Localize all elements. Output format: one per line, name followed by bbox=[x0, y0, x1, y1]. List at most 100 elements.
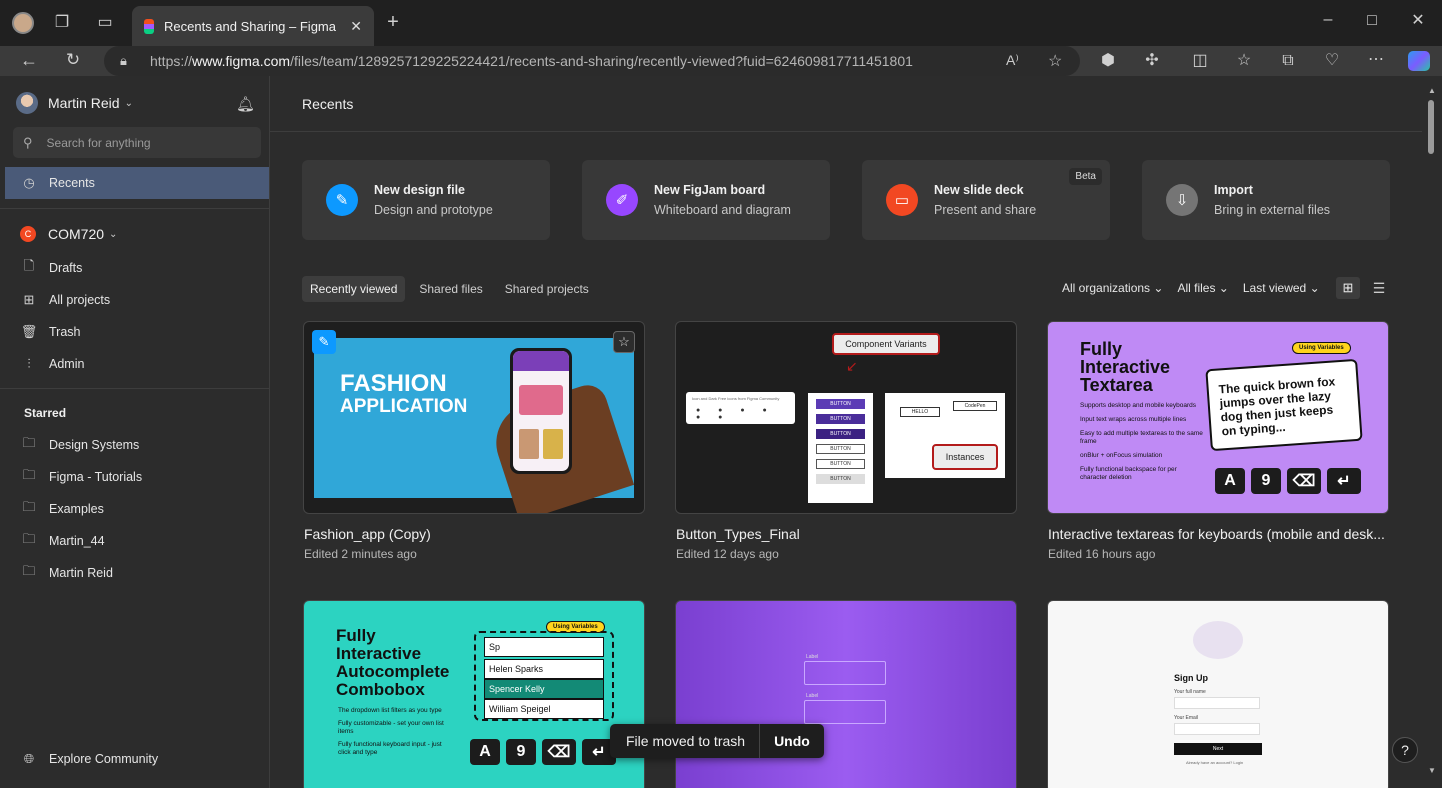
workspaces-icon[interactable]: ❐ bbox=[52, 15, 72, 31]
new-tab-icon[interactable]: + bbox=[383, 12, 403, 32]
star-icon[interactable]: ☆ bbox=[613, 331, 635, 353]
tab-recently-viewed[interactable]: Recently viewed bbox=[302, 276, 406, 302]
card-subtitle: Design and prototype bbox=[374, 203, 493, 217]
grid-view-icon[interactable]: ⊞ bbox=[1336, 277, 1360, 299]
feature-item: The dropdown list filters as you type bbox=[338, 707, 442, 714]
minimize-icon[interactable]: – bbox=[1318, 12, 1338, 28]
sidebar-item-admin[interactable]: ⫶ Admin bbox=[0, 348, 269, 380]
feature-item: Supports desktop and mobile keyboards bbox=[1080, 402, 1196, 409]
sidebar-item-recents[interactable]: ◷ Recents bbox=[5, 167, 269, 199]
file-name[interactable]: Button_Types_Final bbox=[676, 526, 800, 542]
pen-icon: ✎ bbox=[326, 184, 358, 216]
key-a: A bbox=[470, 739, 500, 765]
callout-instances: Instances bbox=[932, 444, 998, 470]
combobox-sample: Sp Helen Sparks Spencer Kelly William Sp… bbox=[474, 631, 614, 721]
profile-avatar[interactable] bbox=[12, 12, 34, 34]
file-thumbnail[interactable]: FASHION APPLICATION ✎ ☆ bbox=[303, 321, 645, 514]
card-title: New FigJam board bbox=[654, 183, 766, 197]
file-thumbnail[interactable]: Fully Interactive Textarea Supports desk… bbox=[1047, 321, 1389, 514]
browser-tab-active[interactable]: Recents and Sharing – Figma ✕ bbox=[132, 6, 374, 46]
thumbnail-line: Interactive bbox=[1080, 357, 1171, 377]
card-subtitle: Bring in external files bbox=[1214, 203, 1331, 217]
sidebar-item-label: Examples bbox=[49, 502, 104, 516]
tab-actions-icon[interactable]: ▭ bbox=[95, 15, 115, 31]
phone-image bbox=[510, 348, 572, 474]
key-row: A 9 ⌫ ↵ bbox=[1215, 468, 1367, 494]
split-screen-icon[interactable]: ◫ bbox=[1190, 53, 1210, 69]
sidebar-item-trash[interactable]: 🗑︎ Trash bbox=[0, 316, 269, 348]
figma-app: Martin Reid ⌄ 🔔︎ ⚲ Search for anything ◷… bbox=[0, 76, 1442, 788]
feature-item: Input text wraps across multiple lines bbox=[1080, 416, 1187, 423]
new-figjam-board-card[interactable]: ✐ New FigJam board Whiteboard and diagram bbox=[582, 160, 830, 240]
favorites-icon[interactable]: ☆ bbox=[1234, 53, 1254, 69]
shield-extension-icon[interactable]: ⬢ bbox=[1098, 53, 1118, 69]
scroll-down-icon[interactable]: ▼ bbox=[1428, 766, 1436, 775]
url-field[interactable]: 🔒︎ https://www.figma.com/files/team/1289… bbox=[104, 46, 1080, 76]
icon-row-panel: Icon and Dark Free icons from Figma Comm… bbox=[686, 392, 795, 424]
team-switcher[interactable]: C COM720 ⌄ bbox=[0, 218, 269, 250]
backspace-key-icon: ⌫ bbox=[1287, 468, 1321, 494]
file-name[interactable]: Fashion_app (Copy) bbox=[304, 526, 431, 542]
starred-item[interactable]: 🗀︎ Design Systems bbox=[0, 429, 269, 461]
back-icon[interactable]: ← bbox=[19, 51, 39, 69]
thumbnail-line: Textarea bbox=[1080, 375, 1153, 395]
favorite-star-icon[interactable]: ☆ bbox=[1048, 51, 1062, 71]
button-sample: BUTTON bbox=[816, 429, 865, 439]
starred-item[interactable]: 🗀︎ Martin_44 bbox=[0, 525, 269, 557]
button-sample: BUTTON bbox=[816, 474, 865, 484]
list-view-icon[interactable]: ☰ bbox=[1367, 277, 1391, 299]
starred-item[interactable]: 🗀︎ Figma - Tutorials bbox=[0, 461, 269, 493]
scrollbar-thumb[interactable] bbox=[1428, 100, 1434, 154]
import-card[interactable]: ⇩ Import Bring in external files bbox=[1142, 160, 1390, 240]
thumbnail-line: Autocomplete bbox=[336, 662, 450, 681]
bell-icon[interactable]: 🔔︎ bbox=[236, 95, 255, 113]
file-name[interactable]: Interactive textareas for keyboards (mob… bbox=[1048, 526, 1385, 542]
help-button[interactable]: ? bbox=[1392, 737, 1418, 763]
sidebar-item-label: All projects bbox=[49, 293, 111, 307]
extensions-icon[interactable]: ✣ bbox=[1142, 53, 1162, 69]
copilot-icon[interactable] bbox=[1408, 51, 1430, 71]
browser-address-bar: ← ↻ 🔒︎ https://www.figma.com/files/team/… bbox=[0, 46, 1442, 76]
screen-header bbox=[513, 351, 569, 371]
search-input[interactable]: ⚲ Search for anything bbox=[13, 127, 261, 158]
maximize-icon[interactable]: □ bbox=[1362, 13, 1382, 29]
new-slide-deck-card[interactable]: ▭ New slide deck Present and share Beta bbox=[862, 160, 1110, 240]
sidebar-item-drafts[interactable]: 🗋︎ Drafts bbox=[0, 252, 269, 284]
organization-filter[interactable]: All organizations ⌄ bbox=[1062, 281, 1163, 295]
refresh-icon[interactable]: ↻ bbox=[63, 51, 83, 68]
panel-icons: ● ● ● ● ● ● bbox=[696, 407, 775, 421]
user-menu[interactable]: Martin Reid ⌄ bbox=[16, 92, 133, 114]
button-sample: BUTTON bbox=[816, 414, 865, 424]
browser-essentials-icon[interactable]: ♡ bbox=[1322, 53, 1342, 69]
starred-item[interactable]: 🗀︎ Examples bbox=[0, 493, 269, 525]
folder-icon: 🗀︎ bbox=[22, 499, 36, 514]
main-content: Recents ✎ New design file Design and prot… bbox=[270, 76, 1422, 788]
more-menu-icon[interactable]: ⋯ bbox=[1366, 52, 1386, 68]
undo-button[interactable]: Undo bbox=[760, 733, 824, 749]
file-type-filter[interactable]: All files ⌄ bbox=[1177, 281, 1228, 295]
starred-item[interactable]: 🗀︎ Martin Reid bbox=[0, 557, 269, 589]
arrow-icon: ↙ bbox=[846, 358, 858, 374]
scroll-up-icon[interactable]: ▲ bbox=[1428, 86, 1436, 95]
tab-shared-projects[interactable]: Shared projects bbox=[497, 276, 597, 302]
file-thumbnail[interactable]: Component Variants ↙ Icon and Dark Free … bbox=[675, 321, 1017, 514]
phone-screen bbox=[513, 351, 569, 471]
sort-filter[interactable]: Last viewed ⌄ bbox=[1243, 281, 1320, 295]
tab-shared-files[interactable]: Shared files bbox=[411, 276, 490, 302]
explore-community-link[interactable]: 🌐︎ Explore Community bbox=[0, 743, 269, 775]
enter-key-icon: ↵ bbox=[1327, 468, 1361, 494]
file-thumbnail[interactable]: Fully Interactive Autocomplete Combobox … bbox=[303, 600, 645, 788]
sidebar-item-all-projects[interactable]: ⊞ All projects bbox=[0, 284, 269, 316]
file-thumbnail[interactable]: Label Label bbox=[675, 600, 1017, 788]
feature-item: Fully functional keyboard input - just c… bbox=[338, 741, 442, 756]
card-title: Import bbox=[1214, 183, 1253, 197]
close-window-icon[interactable]: ✕ bbox=[1408, 13, 1428, 29]
read-aloud-icon[interactable]: A⁾ bbox=[1006, 52, 1019, 69]
collections-icon[interactable]: ⧉ bbox=[1278, 53, 1298, 69]
file-meta: Edited 2 minutes ago bbox=[304, 547, 417, 561]
scrollbar[interactable]: ▲ ▼ bbox=[1422, 76, 1442, 788]
close-tab-icon[interactable]: ✕ bbox=[350, 18, 362, 35]
new-design-file-card[interactable]: ✎ New design file Design and prototype bbox=[302, 160, 550, 240]
file-thumbnail[interactable]: Sign Up Your full name Your Email Next A… bbox=[1047, 600, 1389, 788]
avatar bbox=[16, 92, 38, 114]
